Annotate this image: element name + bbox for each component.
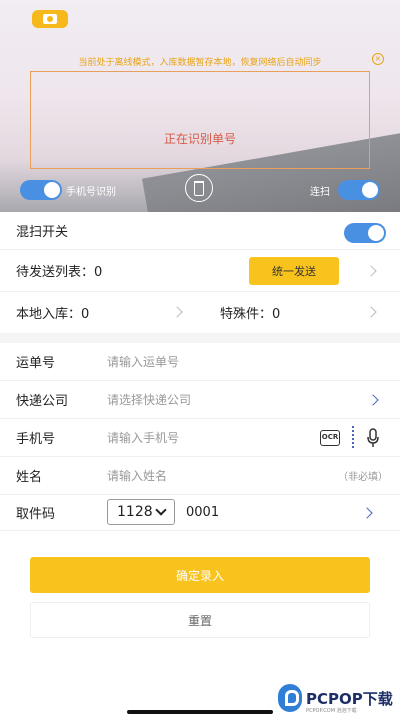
home-indicator[interactable] [127, 710, 273, 714]
watermark-logo-icon [278, 684, 302, 712]
camera-icon [43, 14, 57, 24]
scan-frame: 正在识别单号 [30, 71, 370, 169]
optional-hint: （非必填） [338, 472, 388, 483]
send-all-button[interactable]: 统一发送 [249, 257, 339, 285]
close-icon[interactable]: × [372, 53, 384, 65]
mixed-scan-row: 混扫开关 [0, 212, 400, 250]
special-items-label[interactable]: 特殊件：0 [220, 303, 280, 322]
courier-label: 快递公司 [16, 394, 69, 409]
section-separator [0, 333, 400, 343]
pickup-code-label: 取件码 [16, 507, 56, 522]
pickup-number-input[interactable]: 0001 [186, 505, 219, 520]
divider [352, 426, 354, 450]
scan-status: 正在识别单号 [163, 132, 236, 146]
watermark-sub: PCPOP.COM 泡泡下载 [306, 708, 357, 714]
pending-row: 待发送列表：0 统一发送 [0, 250, 400, 292]
chevron-right-icon[interactable] [171, 306, 183, 318]
watermark-brand: PCPOP下载 [306, 690, 393, 708]
confirm-button[interactable]: 确定录入 [30, 557, 370, 593]
offline-tip: 当前处于离线模式，入库数据暂存本地，恢复网络后自动同步 [78, 58, 322, 68]
pending-label: 待发送列表：0 [16, 265, 103, 280]
name-label: 姓名 [16, 470, 43, 485]
chevron-right-icon[interactable] [365, 306, 377, 318]
flashlight-icon[interactable] [185, 174, 213, 202]
scanner-view: 当前处于离线模式，入库数据暂存本地，恢复网络后自动同步 × 正在识别单号 手机号… [0, 0, 400, 212]
reset-button[interactable]: 重置 [30, 602, 370, 638]
watermark: PCPOP下载 PCPOP.COM 泡泡下载 [274, 680, 400, 718]
waybill-input[interactable]: 请输入运单号 [107, 353, 179, 370]
mixed-scan-label: 混扫开关 [16, 225, 69, 240]
chevron-right-icon[interactable] [361, 507, 373, 519]
courier-select[interactable]: 请选择快递公司 [107, 391, 191, 408]
microphone-icon[interactable] [366, 428, 380, 448]
pickup-prefix-value: 1128 [117, 504, 153, 520]
waybill-row: 运单号 请输入运单号 [0, 343, 400, 381]
pickup-prefix-select[interactable]: 1128 [107, 499, 175, 525]
pickup-code-row: 取件码 1128 0001 [0, 495, 400, 531]
ocr-icon[interactable]: OCR [320, 430, 340, 446]
name-input[interactable]: 请输入姓名 [107, 467, 167, 484]
phone-row: 手机号 请输入手机号 OCR [0, 419, 400, 457]
camera-switch-button[interactable] [32, 10, 68, 28]
stats-row: 本地入库：0 特殊件：0 [0, 292, 400, 333]
phone-recognition-label: 手机号识别 [66, 187, 116, 198]
chevron-right-icon[interactable] [367, 394, 379, 406]
courier-row[interactable]: 快递公司 请选择快递公司 [0, 381, 400, 419]
chevron-down-icon [155, 504, 167, 516]
continuous-scan-toggle[interactable] [338, 180, 380, 200]
waybill-label: 运单号 [16, 356, 56, 371]
phone-recognition-toggle[interactable] [20, 180, 62, 200]
name-row: 姓名 请输入姓名 （非必填） [0, 457, 400, 495]
mixed-scan-toggle[interactable] [344, 223, 386, 243]
local-storage-label[interactable]: 本地入库：0 [16, 303, 89, 322]
phone-label: 手机号 [16, 432, 56, 447]
continuous-scan-label: 连扫 [310, 187, 330, 198]
chevron-right-icon[interactable] [365, 265, 377, 277]
phone-input[interactable]: 请输入手机号 [107, 429, 179, 446]
